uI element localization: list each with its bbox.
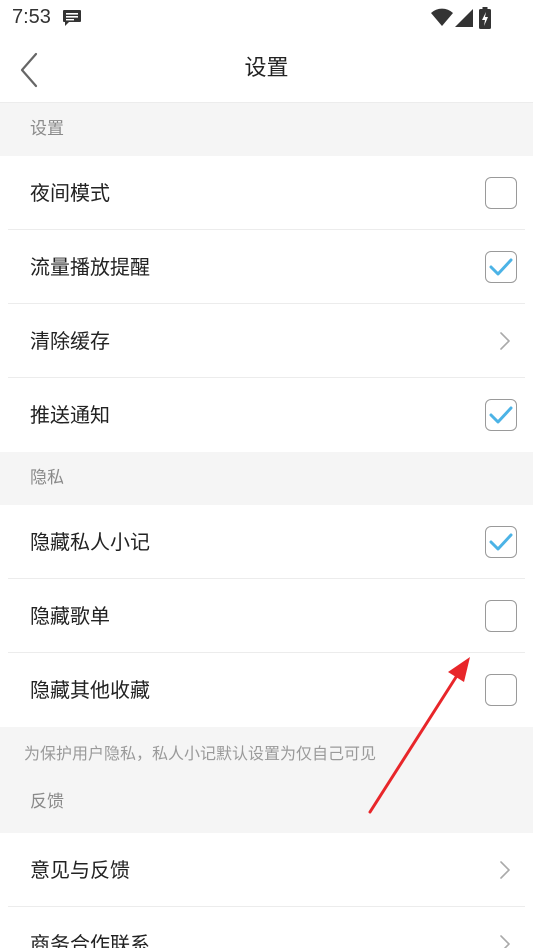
section-header-feedback: 反馈 bbox=[0, 781, 533, 833]
nav-bar: 设置 bbox=[0, 36, 533, 103]
chevron-right-icon bbox=[500, 935, 510, 948]
row-label: 夜间模式 bbox=[30, 181, 110, 205]
row-label: 隐藏私人小记 bbox=[30, 530, 150, 554]
data-playback-alert-checkbox[interactable] bbox=[485, 251, 517, 283]
row-clear-cache[interactable]: 清除缓存 bbox=[0, 304, 533, 378]
row-label: 流量播放提醒 bbox=[30, 255, 150, 279]
row-feedback[interactable]: 意见与反馈 bbox=[0, 833, 533, 907]
row-hide-playlists[interactable]: 隐藏歌单 bbox=[0, 579, 533, 653]
message-icon bbox=[63, 10, 81, 26]
checkmark-icon bbox=[489, 258, 513, 276]
hide-playlists-checkbox[interactable] bbox=[485, 600, 517, 632]
push-notifications-checkbox[interactable] bbox=[485, 399, 517, 431]
signal-icon bbox=[455, 9, 473, 27]
hide-other-favorites-checkbox[interactable] bbox=[485, 674, 517, 706]
row-label: 推送通知 bbox=[30, 403, 110, 427]
row-push-notifications[interactable]: 推送通知 bbox=[0, 378, 533, 452]
privacy-note: 为保护用户隐私，私人小记默认设置为仅自己可见 bbox=[0, 727, 533, 781]
battery-charging-icon bbox=[479, 7, 491, 29]
row-label: 商务合作联系 bbox=[30, 932, 150, 948]
section-header-settings: 设置 bbox=[0, 103, 533, 156]
row-label: 隐藏其他收藏 bbox=[30, 678, 150, 702]
checkmark-icon bbox=[489, 533, 513, 551]
settings-list: 设置 夜间模式 流量播放提醒 清除缓存 推送通知 隐私 隐藏私人小记 隐藏歌单 … bbox=[0, 103, 533, 948]
status-icons bbox=[431, 7, 495, 29]
settings-screen: 7:53 设置 设置 夜间模式 流量播放提醒 清除缓存 推送通知 隐私 隐藏私人… bbox=[0, 0, 533, 948]
row-label: 清除缓存 bbox=[30, 329, 110, 353]
section-header-privacy: 隐私 bbox=[0, 452, 533, 505]
chevron-right-icon bbox=[500, 332, 510, 350]
row-hide-private-notes[interactable]: 隐藏私人小记 bbox=[0, 505, 533, 579]
checkmark-icon bbox=[489, 406, 513, 424]
hide-private-notes-checkbox[interactable] bbox=[485, 526, 517, 558]
status-bar: 7:53 bbox=[0, 0, 533, 36]
row-data-playback-alert[interactable]: 流量播放提醒 bbox=[0, 230, 533, 304]
night-mode-checkbox[interactable] bbox=[485, 177, 517, 209]
row-hide-other-favorites[interactable]: 隐藏其他收藏 bbox=[0, 653, 533, 727]
wifi-icon bbox=[431, 8, 453, 26]
row-night-mode[interactable]: 夜间模式 bbox=[0, 156, 533, 230]
status-time: 7:53 bbox=[12, 6, 51, 28]
row-label: 隐藏歌单 bbox=[30, 604, 110, 628]
page-title: 设置 bbox=[244, 56, 289, 81]
row-label: 意见与反馈 bbox=[30, 858, 130, 882]
row-business-contact[interactable]: 商务合作联系 bbox=[0, 907, 533, 948]
chevron-right-icon bbox=[500, 861, 510, 879]
